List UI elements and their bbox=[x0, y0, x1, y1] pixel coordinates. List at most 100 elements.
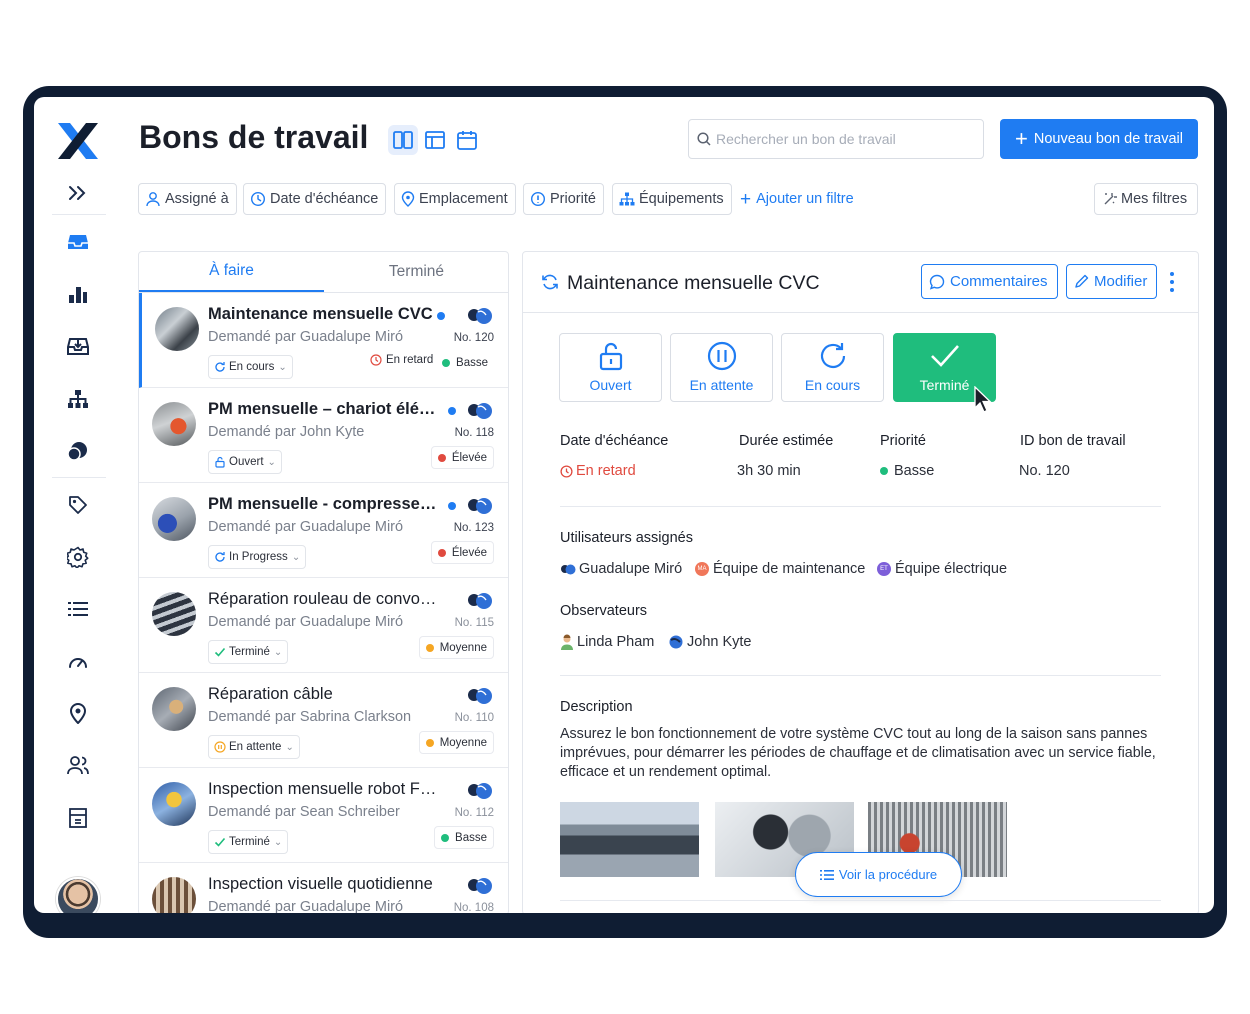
section-divider bbox=[560, 675, 1161, 676]
list-nav-icon[interactable] bbox=[64, 595, 92, 623]
assignee-user[interactable]: Guadalupe Miró bbox=[560, 561, 682, 577]
due-date-value: En retard bbox=[560, 463, 636, 479]
calendar-view-toggle[interactable] bbox=[452, 125, 482, 155]
new-work-order-button[interactable]: + Nouveau bon de travail bbox=[1000, 119, 1198, 159]
tab-todo[interactable]: À faire bbox=[139, 252, 324, 292]
status-dropdown[interactable]: En cours ⌄ bbox=[208, 355, 293, 379]
vendors-building-nav-icon[interactable] bbox=[64, 804, 92, 832]
work-order-number: No. 118 bbox=[454, 427, 494, 439]
plus-icon: + bbox=[1015, 126, 1028, 151]
locations-pin-nav-icon[interactable] bbox=[64, 699, 92, 727]
unread-dot bbox=[448, 407, 456, 415]
status-dropdown[interactable]: In Progress ⌄ bbox=[208, 545, 307, 569]
team-icon bbox=[468, 308, 492, 324]
app-logo-icon[interactable] bbox=[56, 121, 100, 161]
work-order-requester: Demandé par Guadalupe Miró bbox=[208, 519, 404, 535]
filter-equipment[interactable]: Équipements bbox=[612, 183, 732, 215]
more-options-icon[interactable] bbox=[1169, 272, 1175, 292]
expand-sidebar-icon[interactable] bbox=[64, 179, 92, 207]
sidebar-divider bbox=[52, 477, 106, 478]
tab-done[interactable]: Terminé bbox=[324, 252, 508, 292]
priority-value: Basse bbox=[880, 463, 934, 479]
section-divider bbox=[560, 900, 1161, 901]
sidebar-divider bbox=[52, 214, 106, 215]
assets-hierarchy-nav-icon[interactable] bbox=[64, 385, 92, 413]
list-tabs: À faire Terminé bbox=[139, 252, 508, 293]
work-orders-nav-icon[interactable] bbox=[64, 228, 92, 256]
status-dropdown[interactable]: Terminé ⌄ bbox=[208, 830, 289, 854]
observer-user[interactable]: John Kyte bbox=[668, 634, 752, 650]
work-order-id-label: ID bon de travail bbox=[1020, 433, 1126, 449]
section-divider bbox=[560, 506, 1161, 507]
unlock-icon bbox=[215, 456, 225, 468]
hierarchy-icon bbox=[619, 192, 635, 206]
work-order-row[interactable]: PM mensuelle – chariot élévateur Demandé… bbox=[139, 388, 508, 483]
status-dropdown[interactable]: Terminé ⌄ bbox=[208, 640, 289, 664]
work-order-id-value: No. 120 bbox=[1019, 463, 1070, 479]
comment-icon bbox=[929, 274, 945, 290]
team-icon bbox=[468, 878, 492, 894]
filter-due-date[interactable]: Date d'échéance bbox=[243, 183, 387, 215]
description-label: Description bbox=[560, 699, 633, 715]
refresh-icon bbox=[215, 552, 225, 562]
add-filter-button[interactable]: + Ajouter un filtre bbox=[740, 183, 854, 215]
user-avatar[interactable] bbox=[56, 877, 100, 913]
mouse-cursor-icon bbox=[974, 386, 992, 413]
columns-icon bbox=[393, 131, 413, 149]
new-work-order-label: Nouveau bon de travail bbox=[1033, 131, 1183, 147]
observer-user[interactable]: Linda Pham bbox=[560, 634, 654, 650]
refresh-icon bbox=[820, 343, 845, 369]
users-team-nav-icon[interactable] bbox=[64, 751, 92, 779]
work-order-row[interactable]: Maintenance mensuelle CVC Demandé par Gu… bbox=[139, 293, 508, 388]
location-pin-icon bbox=[401, 191, 415, 207]
meters-gauge-nav-icon[interactable] bbox=[64, 647, 92, 675]
assignee-team-electrical[interactable]: ET Équipe électrique bbox=[877, 561, 1007, 577]
status-dropdown[interactable]: En attente ⌄ bbox=[208, 735, 300, 759]
work-order-number: No. 108 bbox=[453, 902, 494, 913]
settings-gear-icon[interactable] bbox=[64, 543, 92, 571]
attachment-photo[interactable] bbox=[560, 802, 699, 877]
work-order-title: Maintenance mensuelle CVC bbox=[208, 305, 433, 323]
requests-inbox-nav-icon[interactable] bbox=[64, 332, 92, 360]
filter-location[interactable]: Emplacement bbox=[394, 183, 516, 215]
work-order-row[interactable]: PM mensuelle - compresseur d'air Demandé… bbox=[139, 483, 508, 578]
comments-button[interactable]: Commentaires bbox=[921, 264, 1058, 299]
work-order-row[interactable]: Réparation câble Demandé par Sabrina Cla… bbox=[139, 673, 508, 768]
work-order-row[interactable]: Inspection visuelle quotidienne Demandé … bbox=[139, 863, 508, 913]
team-icon bbox=[468, 688, 492, 704]
my-filters-button[interactable]: Mes filtres bbox=[1094, 183, 1199, 215]
table-view-toggle[interactable] bbox=[420, 125, 450, 155]
status-open-button[interactable]: Ouvert bbox=[559, 333, 662, 402]
work-order-detail: Maintenance mensuelle CVC Commentaires M… bbox=[522, 251, 1199, 913]
tags-nav-icon[interactable] bbox=[64, 491, 92, 519]
filter-priority[interactable]: Priorité bbox=[523, 183, 604, 215]
work-order-requester: Demandé par Sabrina Clarkson bbox=[208, 709, 412, 725]
messages-nav-icon[interactable] bbox=[64, 437, 92, 465]
refresh-icon bbox=[215, 362, 225, 372]
search-icon bbox=[697, 132, 711, 146]
work-order-requester: Demandé par Sean Schreiber bbox=[208, 804, 400, 820]
work-order-row[interactable]: Inspection mensuelle robot Fanuc Demandé… bbox=[139, 768, 508, 863]
filter-assigned[interactable]: Assigné à bbox=[138, 183, 237, 215]
priority-dot bbox=[425, 643, 434, 652]
priority-badge: Moyenne bbox=[418, 731, 494, 754]
search-placeholder: Rechercher un bon de travail bbox=[716, 131, 896, 147]
view-procedure-button[interactable]: Voir la procédure bbox=[795, 852, 962, 897]
list-view-toggle[interactable] bbox=[388, 125, 418, 155]
chevron-down-icon: ⌄ bbox=[273, 836, 283, 848]
assignee-team-maintenance[interactable]: MA Équipe de maintenance bbox=[695, 561, 865, 577]
edit-button[interactable]: Modifier bbox=[1066, 264, 1158, 299]
status-on-hold-button[interactable]: En attente bbox=[670, 333, 773, 402]
status-in-progress-button[interactable]: En cours bbox=[781, 333, 884, 402]
work-order-row[interactable]: Réparation rouleau de convoyeur Demandé … bbox=[139, 578, 508, 673]
status-dropdown[interactable]: Ouvert ⌄ bbox=[208, 450, 282, 474]
work-order-thumbnail bbox=[152, 782, 196, 826]
person-avatar-icon bbox=[561, 634, 573, 650]
search-input[interactable]: Rechercher un bon de travail bbox=[688, 119, 984, 159]
team-icon bbox=[468, 498, 492, 514]
work-order-thumbnail bbox=[152, 592, 196, 636]
team-icon bbox=[468, 783, 492, 799]
team-icon bbox=[468, 403, 492, 419]
reports-nav-icon[interactable] bbox=[64, 280, 92, 308]
chevron-down-icon: ⌄ bbox=[273, 646, 283, 658]
